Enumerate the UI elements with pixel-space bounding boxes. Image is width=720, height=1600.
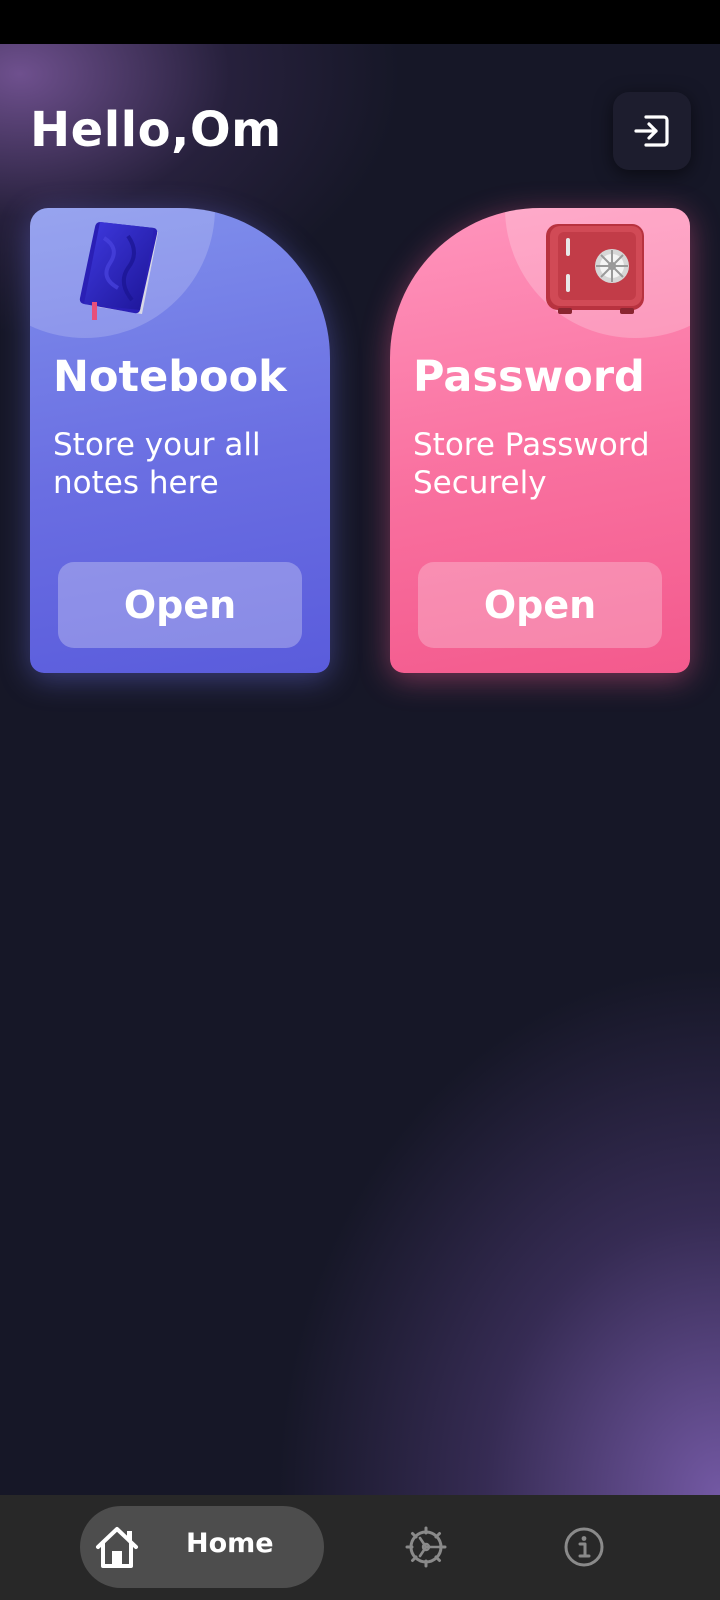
nav-home-label: Home	[186, 1528, 274, 1559]
safe-icon	[546, 224, 644, 314]
notebook-card[interactable]: Notebook Store your all notes here Open	[30, 208, 330, 673]
open-notebook-button[interactable]: Open	[58, 562, 302, 648]
nav-info-tab[interactable]	[560, 1523, 608, 1571]
card-description: Store your all notes here	[53, 427, 261, 501]
card-title: Notebook	[53, 352, 287, 402]
status-bar	[0, 0, 720, 44]
card-title: Password	[413, 352, 645, 402]
info-icon	[564, 1527, 604, 1567]
nav-settings-tab[interactable]	[402, 1523, 450, 1571]
home-icon	[96, 1527, 138, 1568]
open-password-button[interactable]: Open	[418, 562, 662, 648]
settings-icon	[405, 1526, 447, 1568]
logout-button[interactable]	[613, 92, 691, 170]
greeting-title: Hello,Om	[30, 102, 282, 158]
home-screen: Hello,Om Notebook Store your all notes h…	[0, 44, 720, 1495]
card-description: Store Password Securely	[413, 427, 650, 501]
logout-icon	[634, 115, 669, 147]
notebook-icon	[79, 222, 158, 320]
password-card[interactable]: Password Store Password Securely Open	[390, 208, 690, 673]
nav-home-tab[interactable]: Home	[80, 1506, 324, 1588]
bottom-navigation: Home	[0, 1495, 720, 1600]
